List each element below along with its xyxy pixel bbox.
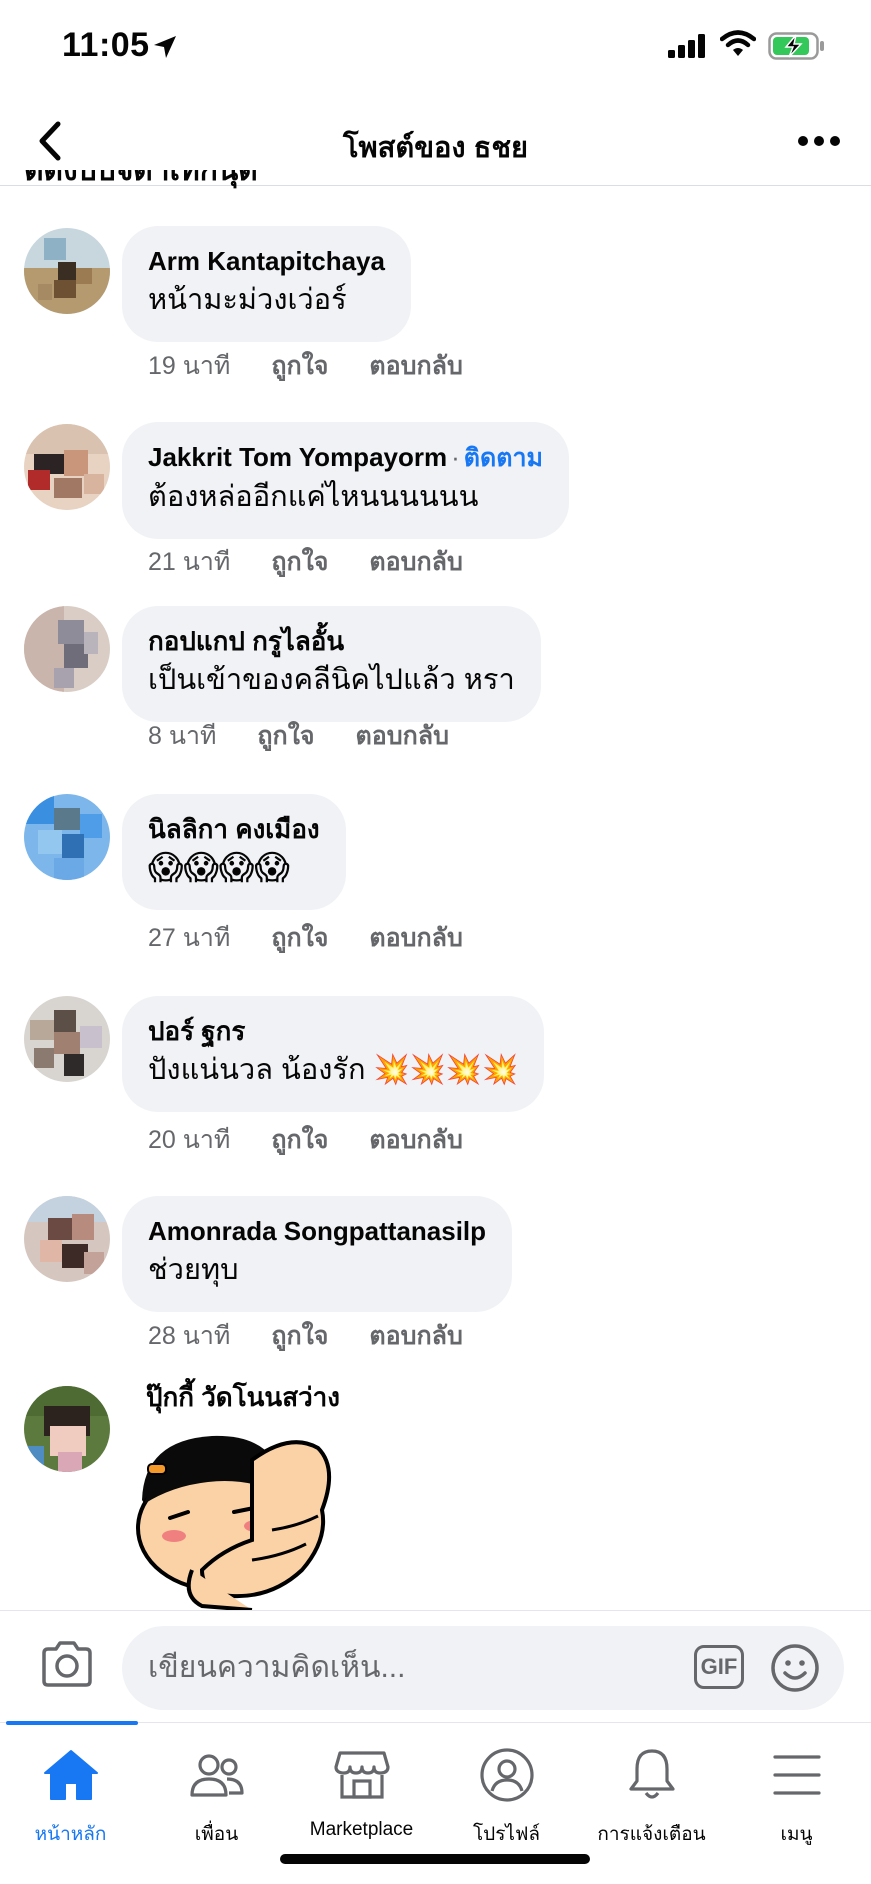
tab-label: เมนู: [780, 1824, 813, 1845]
signal-icon: [668, 34, 705, 58]
comment-author[interactable]: นิลลิกา คงเมือง: [148, 812, 320, 846]
active-tab-indicator: [6, 1721, 138, 1725]
avatar[interactable]: [24, 794, 110, 880]
tab-label: โปรไฟล์: [472, 1824, 541, 1845]
comment-text: 😱😱😱😱: [148, 849, 290, 887]
like-button[interactable]: ถูกใจ: [271, 918, 328, 958]
like-button[interactable]: ถูกใจ: [257, 716, 314, 756]
home-icon: [43, 1750, 98, 1800]
comment-composer: GIF: [0, 1610, 871, 1722]
comment-time: 20 นาที: [148, 1126, 231, 1154]
comment-author[interactable]: Jakkrit Tom Yompayorm: [148, 442, 447, 472]
comment-time: 19 นาที: [148, 352, 231, 380]
comment-time: 8 นาที: [148, 722, 217, 750]
avatar[interactable]: [24, 228, 110, 314]
marketplace-icon: [333, 1751, 390, 1799]
avatar[interactable]: [24, 1196, 110, 1282]
comment-bubble: Amonrada Songpattanasilp ช่วยทุบ: [122, 1196, 513, 1312]
tab-menu[interactable]: เมนู: [724, 1743, 869, 1849]
reply-button[interactable]: ตอบกลับ: [369, 918, 462, 958]
comment-author[interactable]: Arm Kantapitchaya: [148, 244, 385, 278]
comment-actions: 21 นาที ถูกใจ ตอบกลับ: [148, 542, 497, 582]
bell-icon: [628, 1749, 675, 1799]
comment-actions: 20 นาที ถูกใจ ตอบกลับ: [148, 1120, 497, 1160]
location-arrow-icon: [154, 36, 176, 58]
tab-profile[interactable]: โปรไฟล์: [434, 1743, 579, 1849]
avatar[interactable]: [24, 1386, 110, 1472]
avatar[interactable]: [24, 424, 110, 510]
comment-time: 21 นาที: [148, 548, 231, 576]
comment-text: ช่วยทุบ: [148, 1254, 239, 1286]
tab-label: หน้าหลัก: [34, 1824, 107, 1845]
comment-bubble: กอปแกป กรูไลอั้น เป็นเข้าของคลีนิคไปแล้ว…: [122, 606, 541, 722]
follow-button[interactable]: ติดตาม: [464, 444, 543, 472]
reply-button[interactable]: ตอบกลับ: [369, 346, 462, 386]
emoji-icon[interactable]: [770, 1643, 820, 1693]
comment-bubble: Jakkrit Tom Yompayorm · ติดตาม ต้องหล่ออีก…: [122, 422, 570, 539]
tab-label: Marketplace: [309, 1819, 414, 1840]
tab-home[interactable]: หน้าหลัก: [0, 1743, 143, 1849]
comment-author[interactable]: ปุ๊กกี้ วัดโนนสว่าง: [146, 1380, 340, 1414]
comment-text: เป็นเข้าของคลีนิคไปแล้ว หรา: [148, 664, 515, 696]
comment-bubble: ปอร์ ฐกร ปังแน่นวล น้องรัก 💥💥💥💥: [122, 996, 545, 1112]
comment-author[interactable]: Amonrada Songpattanasilp: [148, 1214, 486, 1248]
profile-icon: [479, 1748, 534, 1802]
reply-button[interactable]: ตอบกลับ: [369, 1120, 462, 1160]
reply-button[interactable]: ตอบกลับ: [369, 542, 462, 582]
comment-text: หน้ามะม่วงเว่อร์: [148, 284, 347, 316]
page-title: โพสต์ของ ธชย: [342, 132, 529, 164]
tab-notifications[interactable]: การแจ้งเตือน: [579, 1743, 724, 1849]
comment-bubble: Arm Kantapitchaya หน้ามะม่วงเว่อร์: [122, 226, 411, 342]
status-time: 11:05: [62, 26, 150, 64]
menu-icon: [772, 1755, 821, 1795]
like-button[interactable]: ถูกใจ: [271, 346, 328, 386]
comment-actions: 8 นาที ถูกใจ ตอบกลับ: [148, 716, 483, 756]
tab-marketplace[interactable]: Marketplace: [289, 1743, 434, 1841]
comment-time: 28 นาที: [148, 1322, 231, 1350]
comment-bubble: นิลลิกา คงเมือง 😱😱😱😱: [122, 794, 346, 910]
separator-dot: ·: [451, 442, 460, 472]
friends-icon: [189, 1754, 244, 1797]
comment-actions: 19 นาที ถูกใจ ตอบกลับ: [148, 346, 497, 386]
gif-button[interactable]: GIF: [694, 1645, 744, 1689]
camera-icon[interactable]: [40, 1641, 94, 1687]
avatar[interactable]: [24, 606, 110, 692]
tab-friends[interactable]: เพื่อน: [144, 1743, 289, 1849]
comment-author[interactable]: ปอร์ ฐกร: [148, 1014, 518, 1048]
like-button[interactable]: ถูกใจ: [271, 542, 328, 582]
more-options-icon[interactable]: [796, 128, 842, 154]
battery-icon: [768, 32, 824, 60]
sticker-image[interactable]: [122, 1420, 352, 1610]
gif-label: GIF: [700, 1654, 738, 1679]
comment-time: 27 นาที: [148, 924, 231, 952]
status-bar: 11:05: [0, 0, 871, 96]
comment-actions: 28 นาที ถูกใจ ตอบกลับ: [148, 1316, 497, 1356]
comment-author[interactable]: กอปแกป กรูไลอั้น: [148, 624, 515, 658]
comment-list[interactable]: Arm Kantapitchaya หน้ามะม่วงเว่อร์ 19 นา…: [0, 186, 871, 1610]
comment-actions: 27 นาที ถูกใจ ตอบกลับ: [148, 918, 497, 958]
tab-label: เพื่อน: [194, 1824, 239, 1845]
comment-text: ปังแน่นวล น้องรัก 💥💥💥💥: [148, 1054, 519, 1086]
like-button[interactable]: ถูกใจ: [271, 1316, 328, 1356]
reply-button[interactable]: ตอบกลับ: [356, 716, 449, 756]
reply-button[interactable]: ตอบกลับ: [369, 1316, 462, 1356]
home-indicator: [280, 1854, 590, 1864]
tab-label: การแจ้งเตือน: [597, 1824, 706, 1845]
wifi-icon: [720, 30, 756, 56]
comment-text: ต้องหล่ออีกแค่ไหนนนนนน: [148, 481, 479, 513]
avatar[interactable]: [24, 996, 110, 1082]
like-button[interactable]: ถูกใจ: [271, 1120, 328, 1160]
